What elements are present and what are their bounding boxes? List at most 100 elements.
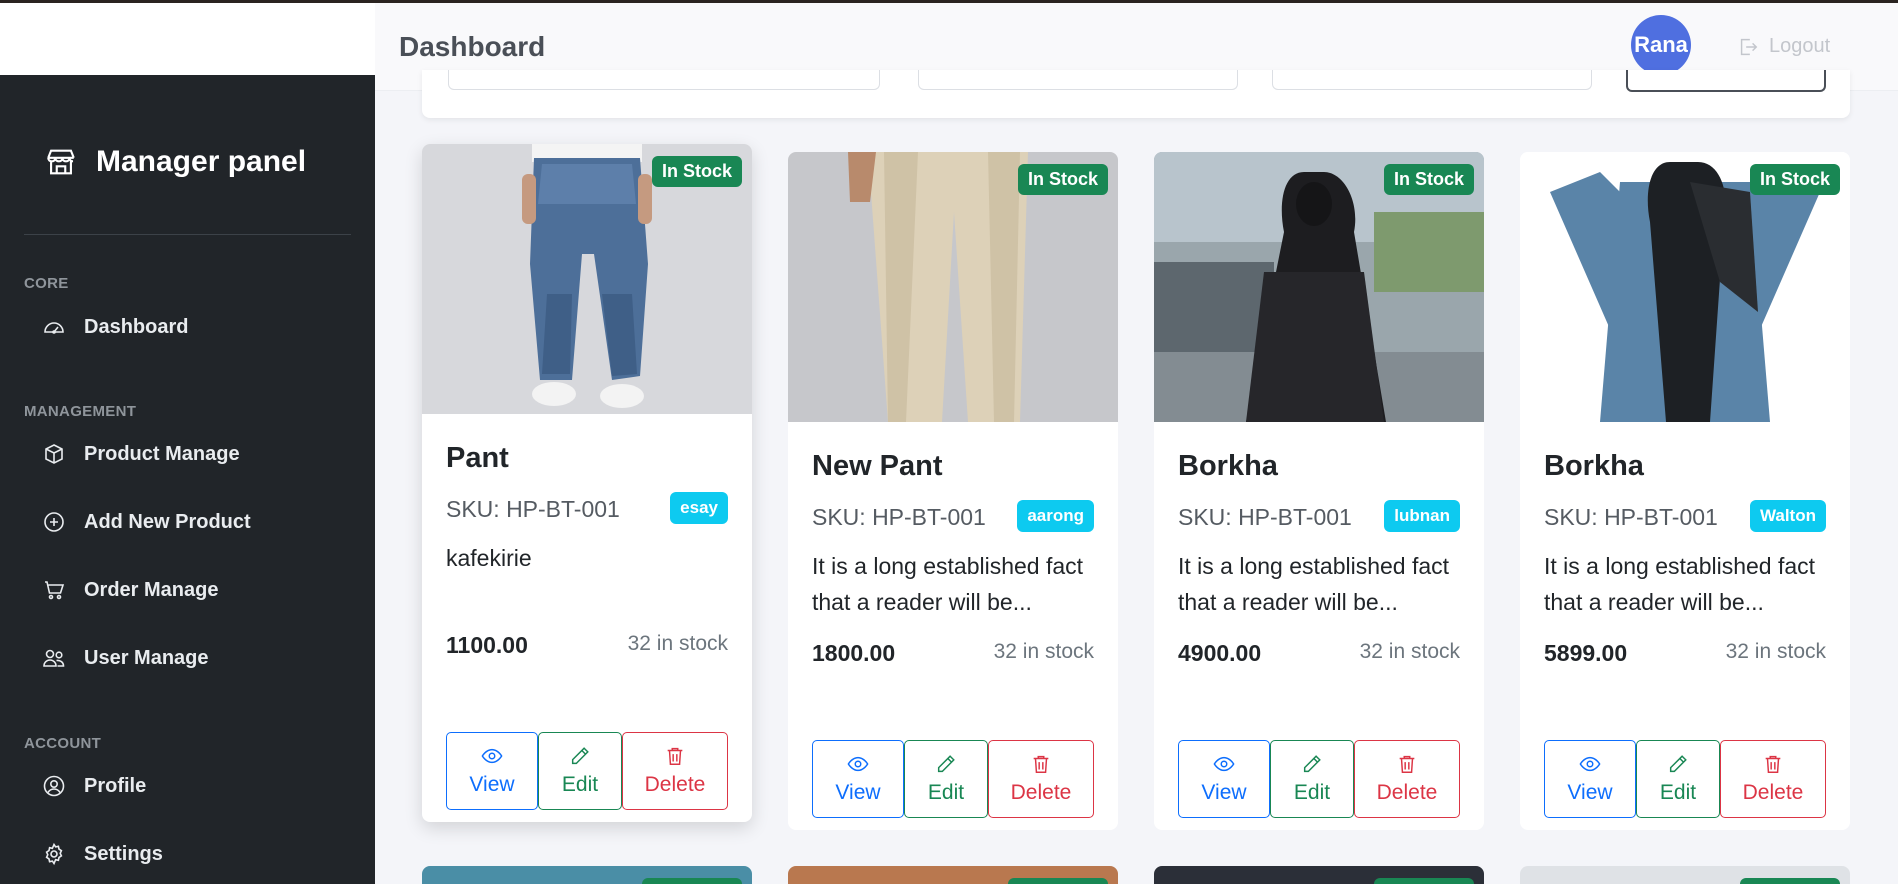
brand-badge: lubnan [1384, 500, 1460, 532]
eye-icon [1579, 756, 1601, 772]
product-price: 1800.00 [812, 640, 896, 666]
stock-count: 32 in stock [1725, 640, 1826, 663]
filter-category-select[interactable] [918, 70, 1238, 90]
logout-button[interactable]: Logout [1737, 35, 1830, 58]
sidebar-item-product-manage[interactable]: Product Manage [42, 442, 240, 466]
delete-label: Delete [1742, 781, 1804, 804]
product-image: In Stock [422, 144, 752, 414]
brand-badge: aarong [1017, 500, 1094, 532]
product-name: Borkha [1178, 450, 1278, 482]
product-card-partial [422, 866, 752, 884]
edit-button[interactable]: Edit [904, 740, 988, 818]
in-stock-badge-partial [1740, 878, 1840, 884]
box-icon [45, 444, 63, 464]
sidebar-item-profile[interactable]: Profile [42, 774, 146, 798]
edit-label: Edit [561, 773, 599, 796]
sidebar-item-add-new-product[interactable]: Add New Product [42, 510, 251, 534]
product-card: In Stock Pant SKU: HP-BT-001 esay kafeki… [422, 144, 752, 822]
delete-button[interactable]: Delete [622, 732, 728, 810]
view-button[interactable]: View [446, 732, 538, 810]
product-card-partial [1154, 866, 1484, 884]
view-button[interactable]: View [1544, 740, 1636, 818]
trash-icon [1399, 755, 1415, 773]
sidebar-item-label: Settings [84, 842, 163, 865]
stock-count: 32 in stock [627, 632, 728, 655]
edit-label: Edit [1293, 781, 1331, 804]
product-price: 5899.00 [1544, 640, 1628, 666]
edit-label: Edit [1659, 781, 1697, 804]
cart-icon [45, 581, 65, 600]
delete-button[interactable]: Delete [1720, 740, 1826, 818]
product-card-partial [788, 866, 1118, 884]
in-stock-badge-partial [1374, 878, 1474, 884]
product-sku: SKU: HP-BT-001 [812, 504, 986, 530]
stock-count: 32 in stock [1359, 640, 1460, 663]
brand-title: Manager panel [96, 145, 307, 178]
product-sku: SKU: HP-BT-001 [446, 496, 620, 522]
filter-bar [422, 70, 1850, 118]
product-description: It is a long established fact that a rea… [1544, 553, 1816, 615]
product-description: It is a long established fact that a rea… [1178, 553, 1450, 615]
delete-button[interactable]: Delete [1354, 740, 1460, 818]
product-name: Borkha [1544, 450, 1644, 482]
sidebar-item-user-manage[interactable]: User Manage [42, 646, 209, 670]
product-price: 4900.00 [1178, 640, 1262, 666]
filter-search-input[interactable] [448, 70, 880, 90]
product-card: In Stock Borkha SKU: HP-BT-001 lubnan It… [1154, 152, 1484, 830]
eye-icon [481, 748, 503, 764]
store-icon [47, 149, 75, 175]
logout-icon [1740, 38, 1758, 55]
pencil-icon [937, 755, 955, 773]
stock-count: 32 in stock [993, 640, 1094, 663]
section-heading-core: CORE [24, 275, 69, 292]
product-card: In Stock Borkha SKU: HP-BT-001 Walton It… [1520, 152, 1850, 830]
product-description: kafekirie [446, 545, 532, 571]
filter-button[interactable] [1626, 70, 1826, 92]
product-sku: SKU: HP-BT-001 [1178, 504, 1352, 530]
sidebar-item-label: Order Manage [84, 578, 219, 601]
view-label: View [835, 781, 881, 804]
in-stock-badge: In Stock [1017, 164, 1108, 195]
product-image: In Stock [1154, 152, 1484, 422]
delete-label: Delete [644, 773, 706, 796]
trash-icon [1033, 755, 1049, 773]
pencil-icon [1303, 755, 1321, 773]
sidebar-item-label: User Manage [84, 646, 209, 669]
view-label: View [1201, 781, 1247, 804]
in-stock-badge: In Stock [651, 156, 742, 187]
speedometer-icon [44, 322, 64, 334]
avatar[interactable]: Rana [1631, 15, 1691, 75]
sidebar-brand[interactable]: Manager panel [44, 145, 306, 179]
in-stock-badge-partial [642, 878, 742, 884]
brand-badge: Walton [1749, 500, 1826, 532]
sidebar-item-settings[interactable]: Settings [42, 842, 163, 866]
product-sku: SKU: HP-BT-001 [1544, 504, 1718, 530]
section-heading-management: MANAGEMENT [24, 403, 137, 420]
product-name: Pant [446, 442, 509, 474]
eye-icon [1213, 756, 1235, 772]
product-description: It is a long established fact that a rea… [812, 553, 1084, 615]
view-button[interactable]: View [1178, 740, 1270, 818]
delete-button[interactable]: Delete [988, 740, 1094, 818]
delete-label: Delete [1010, 781, 1072, 804]
in-stock-badge: In Stock [1749, 164, 1840, 195]
view-label: View [1567, 781, 1613, 804]
sidebar-item-label: Add New Product [84, 510, 251, 533]
edit-button[interactable]: Edit [1270, 740, 1354, 818]
edit-button[interactable]: Edit [538, 732, 622, 810]
page-title: Dashboard [399, 31, 546, 62]
eye-icon [847, 756, 869, 772]
sidebar-item-order-manage[interactable]: Order Manage [42, 578, 218, 602]
gear-icon [45, 842, 63, 866]
edit-button[interactable]: Edit [1636, 740, 1720, 818]
sidebar-item-label: Dashboard [84, 315, 189, 338]
delete-label: Delete [1376, 781, 1438, 804]
filter-brand-select[interactable] [1272, 70, 1592, 90]
product-image: In Stock [788, 152, 1118, 422]
brand-badge: esay [670, 492, 728, 524]
sidebar-top-blank [0, 3, 375, 75]
view-button[interactable]: View [812, 740, 904, 818]
sidebar-item-dashboard[interactable]: Dashboard [42, 315, 188, 339]
people-icon [43, 649, 65, 667]
logout-label: Logout [1769, 35, 1831, 57]
